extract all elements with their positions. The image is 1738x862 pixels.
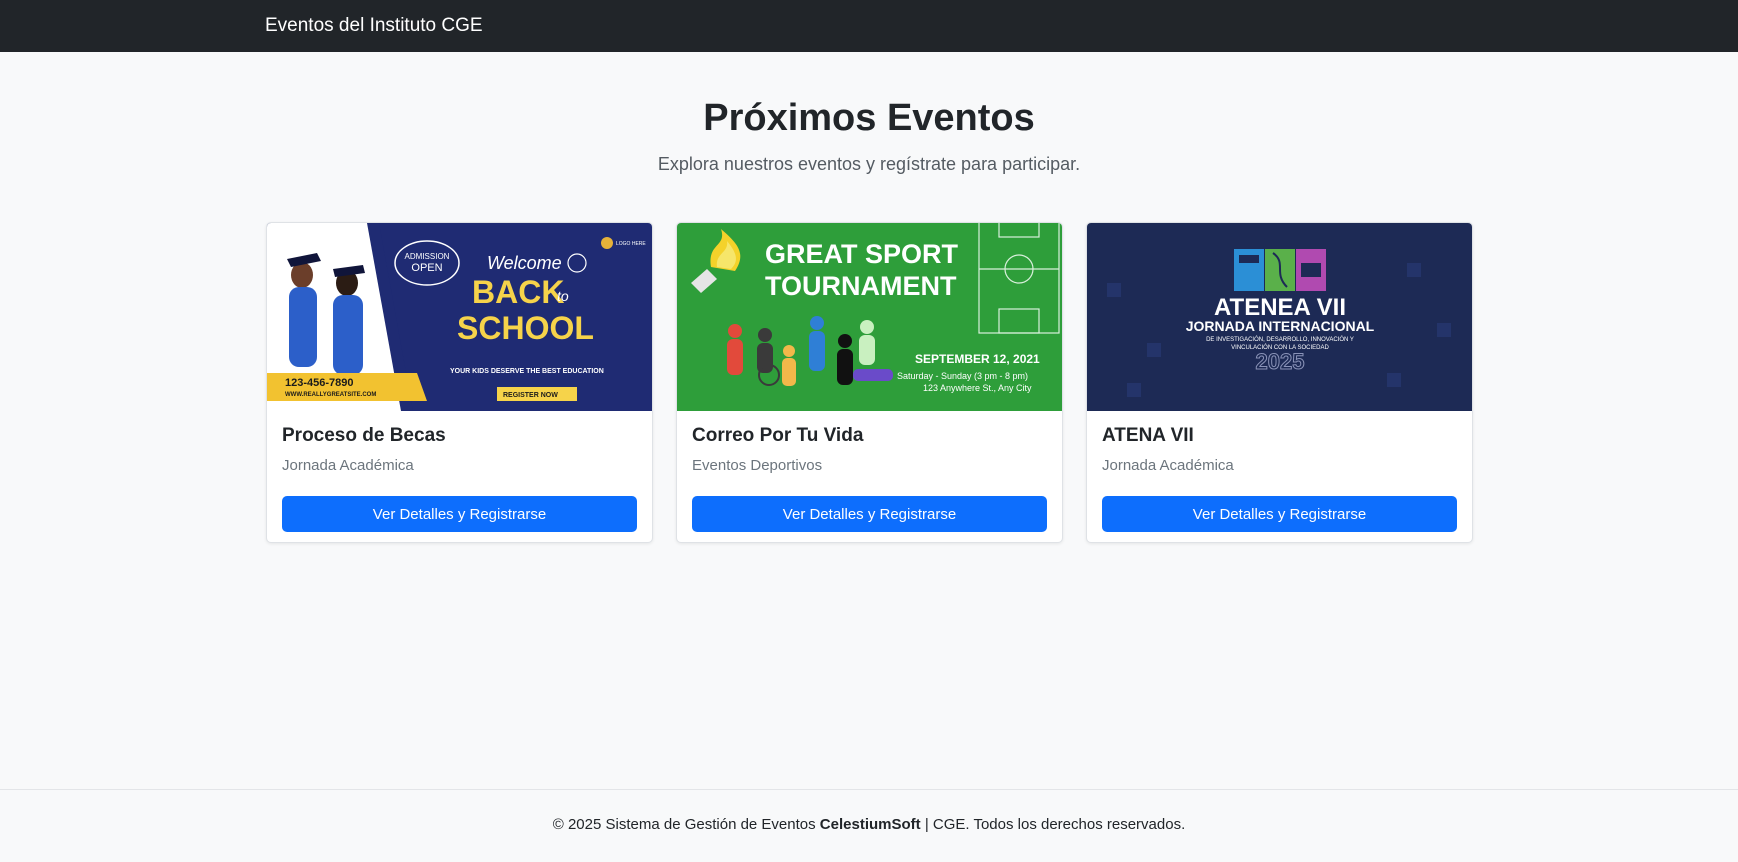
view-details-register-button[interactable]: Ver Detalles y Registrarse (1102, 496, 1457, 532)
event-card: GREAT SPORT TOURNAMENT SEPTEMBER 12, 202… (676, 222, 1063, 543)
view-details-register-button[interactable]: Ver Detalles y Registrarse (692, 496, 1047, 532)
event-title: ATENA VII (1102, 425, 1194, 446)
atenea-icons (1234, 249, 1326, 291)
to-text: to (557, 288, 569, 304)
event-card: ATENEA VII JORNADA INTERNACIONAL DE INVE… (1086, 222, 1473, 543)
event-image-atenea: ATENEA VII JORNADA INTERNACIONAL DE INVE… (1087, 223, 1472, 411)
event-title: Proceso de Becas (282, 425, 446, 446)
sport-date: SEPTEMBER 12, 2021 (915, 352, 1040, 366)
event-image-back-to-school: 123-456-7890 WWW.REALLYGREATSITE.COM ADM… (267, 223, 652, 411)
footer-brand: CelestiumSoft (819, 816, 921, 833)
admission-text: ADMISSION (405, 252, 450, 261)
event-card: 123-456-7890 WWW.REALLYGREATSITE.COM ADM… (266, 222, 653, 543)
school-text: SCHOOL (457, 310, 594, 346)
page-subtitle: Explora nuestros eventos y regístrate pa… (657, 153, 1081, 174)
view-details-register-button[interactable]: Ver Detalles y Registrarse (282, 496, 637, 532)
event-category: Eventos Deportivos (692, 457, 823, 474)
sport-title-line2: TOURNAMENT (765, 271, 957, 301)
footer-prefix: © 2025 Sistema de Gestión de Eventos (552, 816, 820, 833)
footer-suffix: | CGE. Todos los derechos reservados. (920, 816, 1186, 833)
atenea-year: 2025 (1256, 349, 1305, 374)
site-text: WWW.REALLYGREATSITE.COM (285, 392, 376, 398)
sport-title-line1: GREAT SPORT (765, 239, 959, 269)
phone-text: 123-456-7890 (285, 377, 354, 389)
top-navbar: Eventos del Instituto CGE (0, 0, 1738, 52)
logo-text: LOGO HERE (616, 241, 646, 247)
register-now-text: REGISTER NOW (503, 392, 558, 399)
event-category: Jornada Académica (1102, 457, 1234, 474)
open-text: OPEN (411, 262, 442, 274)
atenea-line1: DE INVESTIGACIÓN, DESARROLLO, INNOVACIÓN… (1206, 336, 1354, 343)
page-title: Próximos Eventos (703, 97, 1035, 139)
hero-section: Próximos Eventos Explora nuestros evento… (0, 52, 1738, 175)
back-text: BACK (472, 274, 564, 310)
event-category: Jornada Académica (282, 457, 414, 474)
event-card-body: Proceso de Becas Jornada Académica Ver D… (267, 411, 652, 542)
sport-address: 123 Anywhere St., Any City (923, 383, 1032, 393)
tagline-text: YOUR KIDS DESERVE THE BEST EDUCATION (450, 368, 604, 375)
event-card-body: ATENA VII Jornada Académica Ver Detalles… (1087, 411, 1472, 542)
page-footer: © 2025 Sistema de Gestión de Eventos Cel… (0, 789, 1738, 862)
welcome-text: Welcome (487, 253, 562, 273)
sport-time: Saturday - Sunday (3 pm - 8 pm) (897, 371, 1028, 381)
event-card-body: Correo Por Tu Vida Eventos Deportivos Ve… (677, 411, 1062, 542)
event-card-list: 123-456-7890 WWW.REALLYGREATSITE.COM ADM… (266, 222, 1473, 543)
atenea-title: ATENEA VII (1214, 294, 1346, 321)
event-image-sport-tournament: GREAT SPORT TOURNAMENT SEPTEMBER 12, 202… (677, 223, 1062, 411)
event-title: Correo Por Tu Vida (692, 425, 864, 446)
atenea-subtitle: JORNADA INTERNACIONAL (1186, 318, 1375, 334)
navbar-brand[interactable]: Eventos del Instituto CGE (265, 15, 483, 37)
